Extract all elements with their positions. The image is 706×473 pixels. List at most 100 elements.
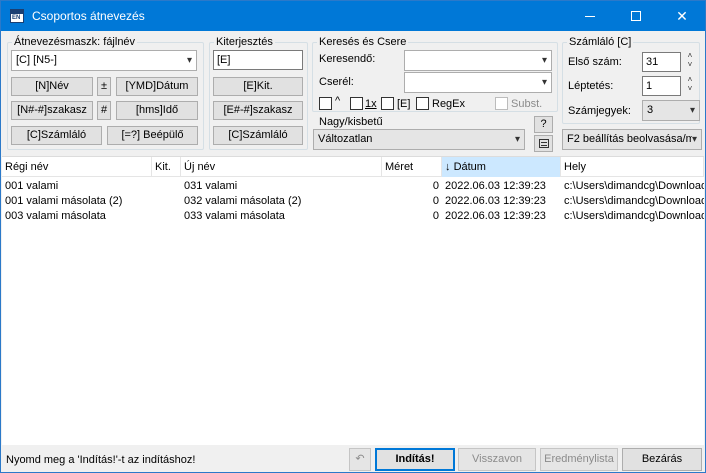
search-replace-group-label: Keresés és Csere: [317, 36, 409, 48]
list-icon: [538, 139, 549, 148]
rename-window: EN Csoportos átnevezés ✕ Átnevezésmaszk:…: [0, 0, 706, 473]
column-old-name[interactable]: Régi név: [2, 157, 152, 177]
ext-checkbox[interactable]: [381, 97, 394, 110]
ext-counter-button[interactable]: [C]Számláló: [213, 126, 303, 145]
cell-location: c:\Users\dimandcg\Downloads: [564, 210, 704, 222]
once-label: 1x: [365, 98, 377, 110]
plugin-button[interactable]: [=?] Beépülő: [107, 126, 198, 145]
date-button[interactable]: [YMD]Dátum: [116, 77, 198, 96]
start-label: Első szám:: [568, 56, 622, 68]
cell-ext: [152, 209, 181, 224]
options-button[interactable]: [534, 135, 553, 152]
chevron-down-icon: ▾: [186, 55, 192, 66]
cell-date: 2022.06.03 12:39:23: [445, 210, 546, 222]
window-title: Csoportos átnevezés: [32, 9, 145, 23]
step-spinner[interactable]: ˄ ˅: [684, 75, 696, 93]
chevron-down-icon: ▾: [689, 105, 695, 116]
cell-size: 0: [432, 180, 439, 192]
results-button[interactable]: Eredménylista: [540, 448, 618, 471]
column-date[interactable]: ↓ Dátum: [442, 157, 561, 177]
spin-up-icon: ˄: [687, 51, 693, 60]
cell-location: c:\Users\dimandcg\Downloads: [564, 195, 704, 207]
close-icon: ✕: [676, 7, 688, 24]
cell-date: 2022.06.03 12:39:23: [445, 180, 546, 192]
cell-date: 2022.06.03 12:39:23: [445, 195, 546, 207]
cell-new-name: 033 valami másolata: [184, 210, 285, 222]
name-button[interactable]: [N]Név: [11, 77, 93, 96]
file-list[interactable]: Régi név Kit. Új név Méret ↓ Dátum Hely …: [2, 156, 704, 445]
undo-button[interactable]: Visszavon: [458, 448, 536, 471]
table-row[interactable]: 001 valami másolata (2) 032 valami másola…: [2, 194, 704, 209]
hash-button[interactable]: #: [97, 101, 111, 120]
range-button[interactable]: [N#-#]szakasz: [11, 101, 93, 120]
spin-up-icon: ˄: [687, 75, 693, 84]
cell-size: 0: [432, 210, 439, 222]
chevron-down-icon: ▾: [514, 134, 520, 145]
digits-value: 3: [647, 104, 654, 116]
maximize-button[interactable]: [613, 1, 659, 31]
help-button[interactable]: ?: [534, 116, 553, 133]
table-row[interactable]: 003 valami másolata 033 valami másolata 0 2…: [2, 209, 704, 224]
undo-icon: ↶: [355, 453, 365, 465]
mask-combo[interactable]: [C] [N5-] ▾: [11, 50, 197, 71]
column-size[interactable]: Méret: [382, 157, 442, 177]
replace-label: Cserél:: [319, 76, 354, 88]
cell-ext: [152, 194, 181, 209]
app-icon: EN: [10, 9, 24, 23]
cell-old-name: 003 valami másolata: [5, 210, 106, 222]
close-window-button[interactable]: ✕: [659, 1, 705, 31]
title-bar: EN Csoportos átnevezés ✕: [1, 1, 705, 31]
column-new-name[interactable]: Új név: [181, 157, 382, 177]
column-location[interactable]: Hely: [561, 157, 704, 177]
caret-label: ^: [335, 95, 341, 107]
maximize-icon: [631, 11, 641, 21]
ext-option-label: [E]: [397, 98, 411, 110]
digits-label: Számjegyek:: [568, 105, 631, 117]
mask-group-label: Átnevezésmaszk: fájlnév: [12, 36, 138, 48]
extension-group-label: Kiterjesztés: [214, 36, 275, 48]
column-date-label: Dátum: [453, 161, 486, 173]
chevron-down-icon: ▾: [691, 130, 697, 149]
caret-checkbox[interactable]: [319, 97, 332, 110]
cell-new-name: 032 valami másolata (2): [184, 195, 302, 207]
spin-down-icon: ˅: [687, 60, 693, 69]
status-hint: Nyomd meg a 'Indítás!'-t az indításhoz!: [6, 454, 196, 466]
ext-button[interactable]: [E]Kit.: [213, 77, 303, 96]
sort-down-icon: ↓: [445, 161, 451, 173]
list-header: Régi név Kit. Új név Méret ↓ Dátum Hely: [2, 157, 704, 177]
start-button[interactable]: Indítás!: [375, 448, 455, 471]
counter-button[interactable]: [C]Számláló: [11, 126, 102, 145]
close-button[interactable]: Bezárás: [622, 448, 702, 471]
undo-icon-button[interactable]: ↶: [349, 448, 371, 471]
replace-combo[interactable]: ▾: [404, 72, 552, 93]
f2-value: F2 beállítás beolvasása/m: [567, 133, 695, 145]
search-combo[interactable]: ▾: [404, 50, 552, 71]
digits-combo[interactable]: 3 ▾: [642, 100, 700, 121]
minimize-button[interactable]: [567, 1, 613, 31]
minimize-icon: [585, 15, 595, 17]
mask-value: [C] [N5-]: [16, 54, 57, 66]
case-combo[interactable]: Változatlan ▾: [313, 129, 525, 150]
chevron-down-icon: ▾: [541, 77, 547, 88]
start-input[interactable]: 31: [642, 52, 681, 72]
step-input[interactable]: 1: [642, 76, 681, 96]
counter-group-label: Számláló [C]: [567, 36, 634, 48]
cell-size: 0: [432, 195, 439, 207]
regex-checkbox[interactable]: [416, 97, 429, 110]
plusminus-button[interactable]: ±: [97, 77, 111, 96]
table-row[interactable]: 001 valami 031 valami 0 2022.06.03 12:39:23…: [2, 179, 704, 194]
cell-ext: [152, 179, 181, 194]
ext-range-button[interactable]: [E#-#]szakasz: [213, 101, 303, 120]
extension-input[interactable]: [E]: [213, 50, 303, 70]
subst-checkbox[interactable]: [495, 97, 508, 110]
subst-label: Subst.: [511, 98, 543, 110]
chevron-down-icon: ▾: [541, 55, 547, 66]
cell-location: c:\Users\dimandcg\Downloads: [564, 180, 704, 192]
time-button[interactable]: [hms]Idő: [116, 101, 198, 120]
start-spinner[interactable]: ˄ ˅: [684, 51, 696, 69]
once-checkbox[interactable]: [350, 97, 363, 110]
regex-label: RegEx: [432, 98, 466, 110]
column-ext[interactable]: Kit.: [152, 157, 181, 177]
case-value: Változatlan: [318, 133, 373, 145]
f2-combo[interactable]: F2 beállítás beolvasása/m ▾: [562, 129, 702, 150]
